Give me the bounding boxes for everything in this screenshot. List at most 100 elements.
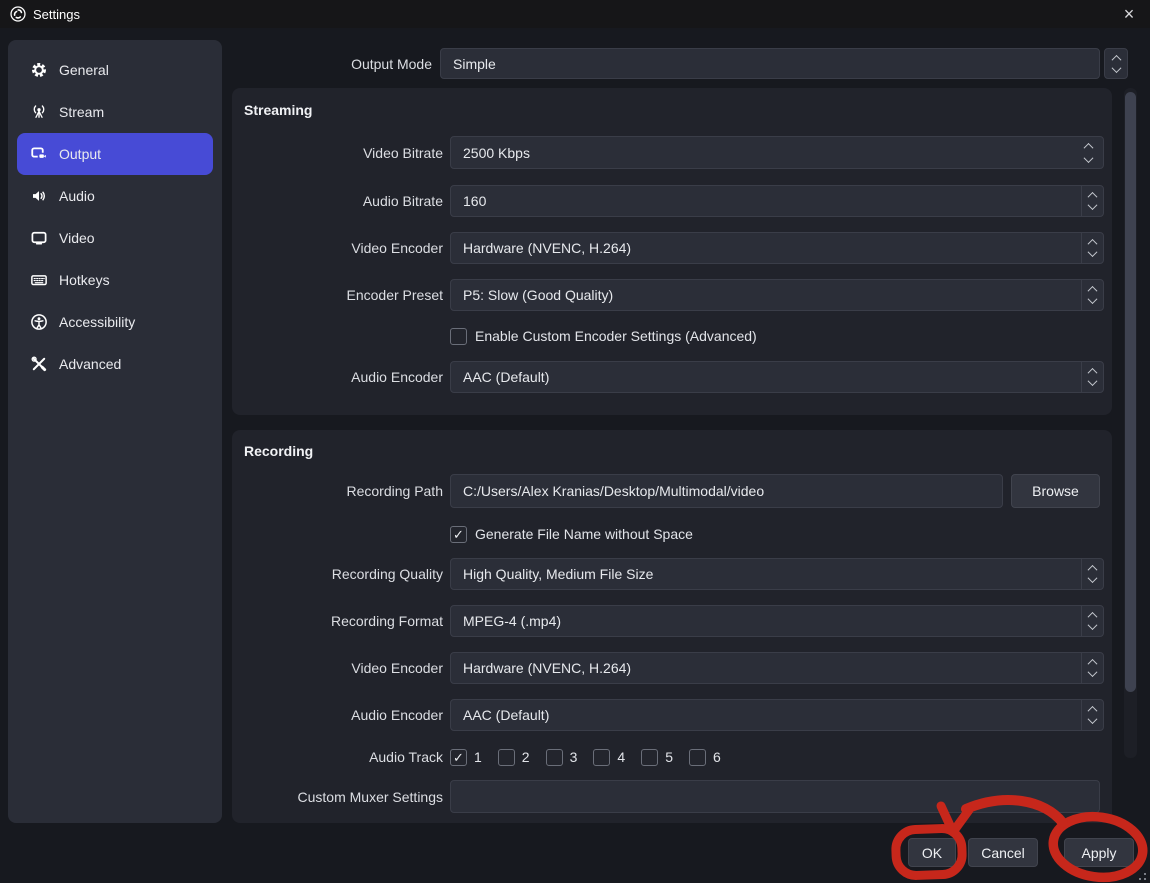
sidebar-item-label: General (59, 62, 109, 78)
ok-button[interactable]: OK (908, 838, 956, 867)
encoder-preset-spinner[interactable] (1081, 280, 1103, 310)
generate-filename-checkbox-row[interactable]: ✓ Generate File Name without Space (450, 525, 693, 543)
rec-audio-encoder-value: AAC (Default) (451, 707, 1081, 723)
audio-bitrate-value: 160 (451, 193, 1081, 209)
rec-video-encoder-spinner[interactable] (1081, 653, 1103, 683)
video-bitrate-spinner[interactable] (1073, 137, 1103, 168)
audio-bitrate-spinner[interactable] (1081, 186, 1103, 216)
audio-track-4-checkbox[interactable] (593, 749, 610, 766)
output-mode-spinner[interactable] (1104, 48, 1128, 79)
audio-track-5-label: 5 (665, 749, 673, 765)
gear-icon (30, 61, 48, 79)
chevron-down-icon (1088, 667, 1098, 677)
stream-video-encoder-select[interactable]: Hardware (NVENC, H.264) (450, 232, 1104, 264)
chevron-down-icon (1088, 714, 1098, 724)
chevron-down-icon (1088, 620, 1098, 630)
video-bitrate-input[interactable]: 2500 Kbps (450, 136, 1104, 169)
audio-track-3-label: 3 (570, 749, 578, 765)
rec-video-encoder-select[interactable]: Hardware (NVENC, H.264) (450, 652, 1104, 684)
close-icon: × (1124, 5, 1135, 23)
accessibility-icon (30, 313, 48, 331)
audio-track-2-label: 2 (522, 749, 530, 765)
rec-video-encoder-label: Video Encoder (240, 652, 443, 684)
recording-path-label: Recording Path (240, 474, 443, 508)
recording-format-spinner[interactable] (1081, 606, 1103, 636)
stream-audio-encoder-spinner[interactable] (1081, 362, 1103, 392)
audio-track-5-checkbox[interactable] (641, 749, 658, 766)
settings-window: Settings × General Stream (0, 0, 1150, 883)
sidebar-item-audio[interactable]: Audio (17, 175, 213, 217)
video-bitrate-value: 2500 Kbps (451, 145, 1073, 161)
recording-path-input[interactable]: C:/Users/Alex Kranias/Desktop/Multimodal… (450, 474, 1003, 508)
recording-quality-spinner[interactable] (1081, 559, 1103, 589)
sidebar-item-video[interactable]: Video (17, 217, 213, 259)
audio-track-6-checkbox[interactable] (689, 749, 706, 766)
sidebar-item-general[interactable]: General (17, 49, 213, 91)
audio-track-3-checkbox[interactable] (546, 749, 563, 766)
chevron-down-icon (1088, 376, 1098, 386)
audio-track-2[interactable]: 2 (498, 749, 530, 766)
sidebar-item-label: Advanced (59, 356, 121, 372)
audio-track-checkboxes: ✓ 1 2 3 4 5 6 (450, 748, 721, 766)
audio-track-2-checkbox[interactable] (498, 749, 515, 766)
scrollbar-thumb[interactable] (1125, 92, 1136, 692)
recording-format-select[interactable]: MPEG-4 (.mp4) (450, 605, 1104, 637)
checkmark-icon: ✓ (453, 751, 464, 764)
rec-audio-encoder-spinner[interactable] (1081, 700, 1103, 730)
resize-grip-icon[interactable] (1136, 872, 1146, 880)
stream-audio-encoder-value: AAC (Default) (451, 369, 1081, 385)
audio-track-1-label: 1 (474, 749, 482, 765)
keyboard-icon (30, 271, 48, 289)
chevron-up-icon (1083, 142, 1093, 152)
rec-video-encoder-value: Hardware (NVENC, H.264) (451, 660, 1081, 676)
recording-quality-value: High Quality, Medium File Size (451, 566, 1081, 582)
apply-button[interactable]: Apply (1064, 838, 1134, 867)
streaming-header: Streaming (244, 102, 312, 118)
video-bitrate-label: Video Bitrate (240, 136, 443, 169)
sidebar-item-hotkeys[interactable]: Hotkeys (17, 259, 213, 301)
sidebar-item-stream[interactable]: Stream (17, 91, 213, 133)
recording-format-value: MPEG-4 (.mp4) (451, 613, 1081, 629)
output-mode-label: Output Mode (240, 48, 432, 79)
close-button[interactable]: × (1108, 0, 1150, 28)
recording-header: Recording (244, 443, 313, 459)
stream-video-encoder-spinner[interactable] (1081, 233, 1103, 263)
audio-track-3[interactable]: 3 (546, 749, 578, 766)
rec-audio-encoder-label: Audio Encoder (240, 699, 443, 731)
rec-audio-encoder-select[interactable]: AAC (Default) (450, 699, 1104, 731)
sidebar-item-accessibility[interactable]: Accessibility (17, 301, 213, 343)
audio-track-4[interactable]: 4 (593, 749, 625, 766)
audio-bitrate-label: Audio Bitrate (240, 185, 443, 217)
audio-bitrate-input[interactable]: 160 (450, 185, 1104, 217)
audio-track-1-checkbox[interactable]: ✓ (450, 749, 467, 766)
title-bar: Settings × (0, 0, 1150, 28)
encoder-preset-value: P5: Slow (Good Quality) (451, 287, 1081, 303)
audio-track-6[interactable]: 6 (689, 749, 721, 766)
custom-encoder-checkbox-label: Enable Custom Encoder Settings (Advanced… (475, 328, 757, 344)
recording-path-value: C:/Users/Alex Kranias/Desktop/Multimodal… (451, 483, 1002, 499)
sidebar-item-advanced[interactable]: Advanced (17, 343, 213, 385)
stream-video-encoder-label: Video Encoder (240, 232, 443, 264)
chevron-down-icon (1111, 63, 1121, 73)
custom-encoder-checkbox-row[interactable]: Enable Custom Encoder Settings (Advanced… (450, 327, 757, 345)
monitor-icon (30, 229, 48, 247)
generate-filename-checkbox[interactable]: ✓ (450, 526, 467, 543)
custom-encoder-checkbox[interactable] (450, 328, 467, 345)
audio-track-5[interactable]: 5 (641, 749, 673, 766)
sidebar-item-output[interactable]: Output (17, 133, 213, 175)
chevron-down-icon (1083, 153, 1093, 163)
stream-audio-encoder-select[interactable]: AAC (Default) (450, 361, 1104, 393)
custom-muxer-input[interactable] (450, 780, 1100, 813)
browse-button[interactable]: Browse (1011, 474, 1100, 508)
output-icon (30, 145, 48, 163)
cancel-button[interactable]: Cancel (968, 838, 1038, 867)
recording-format-label: Recording Format (240, 605, 443, 637)
output-mode-select[interactable]: Simple (440, 48, 1100, 79)
checkmark-icon: ✓ (453, 528, 464, 541)
audio-track-6-label: 6 (713, 749, 721, 765)
recording-quality-select[interactable]: High Quality, Medium File Size (450, 558, 1104, 590)
encoder-preset-select[interactable]: P5: Slow (Good Quality) (450, 279, 1104, 311)
audio-track-1[interactable]: ✓ 1 (450, 749, 482, 766)
stream-audio-encoder-label: Audio Encoder (240, 361, 443, 393)
chevron-down-icon (1088, 247, 1098, 257)
